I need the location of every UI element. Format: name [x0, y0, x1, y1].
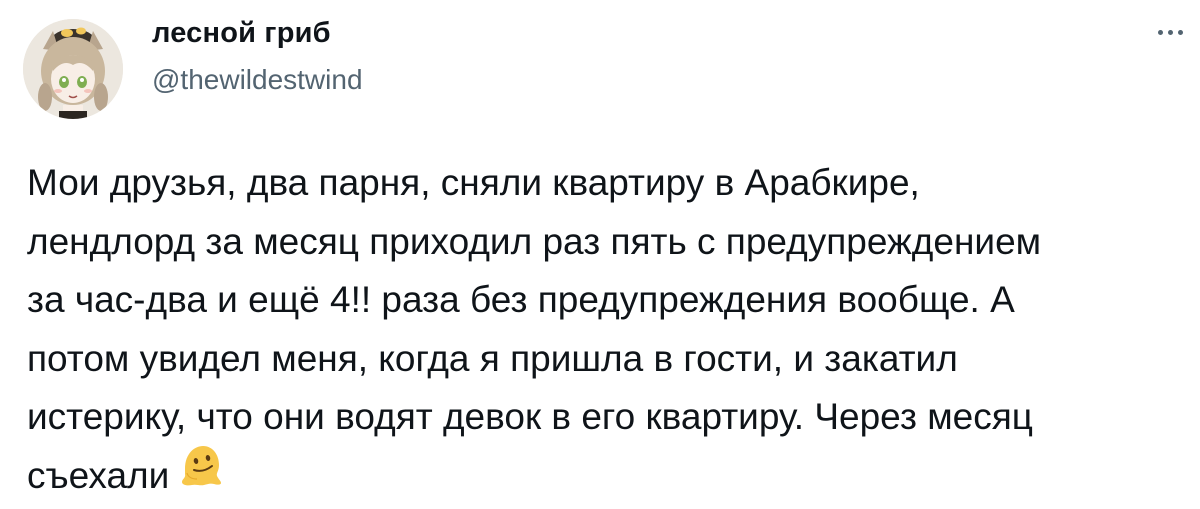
more-horizontal-icon: [1177, 29, 1183, 35]
more-horizontal-icon: [1167, 29, 1173, 35]
tweet-text-line: Мои друзья, два парня, сняли квартиру в …: [27, 162, 920, 203]
melting-face-emoji-icon: [179, 443, 223, 505]
tweet-text-line: лендлорд за месяц приходил раз пять с пр…: [27, 220, 1042, 262]
tweet-text: Мои друзья, два парня, сняли квартиру в …: [27, 154, 1197, 505]
tweet-text-line: потом увидел меня, когда я пришла в гост…: [27, 337, 958, 379]
tweet-text-line: за час-два и ещё 4!! раза без предупрежд…: [27, 279, 1015, 320]
anime-girl-avatar-icon: [23, 19, 123, 119]
avatar[interactable]: [23, 19, 123, 119]
tweet-text-line: истерику, что они водят девок в его квар…: [27, 396, 1033, 437]
tweet-card: лесной гриб @thewildestwind Мои друзья, …: [0, 0, 1200, 509]
more-options-button[interactable]: [1150, 20, 1190, 44]
tweet-text-last-line: съехали: [27, 445, 1197, 506]
author-display-name[interactable]: лесной гриб: [152, 17, 331, 50]
author-handle[interactable]: @thewildestwind: [152, 64, 363, 96]
tweet-text-line: съехали: [27, 454, 170, 496]
more-horizontal-icon: [1157, 29, 1163, 35]
